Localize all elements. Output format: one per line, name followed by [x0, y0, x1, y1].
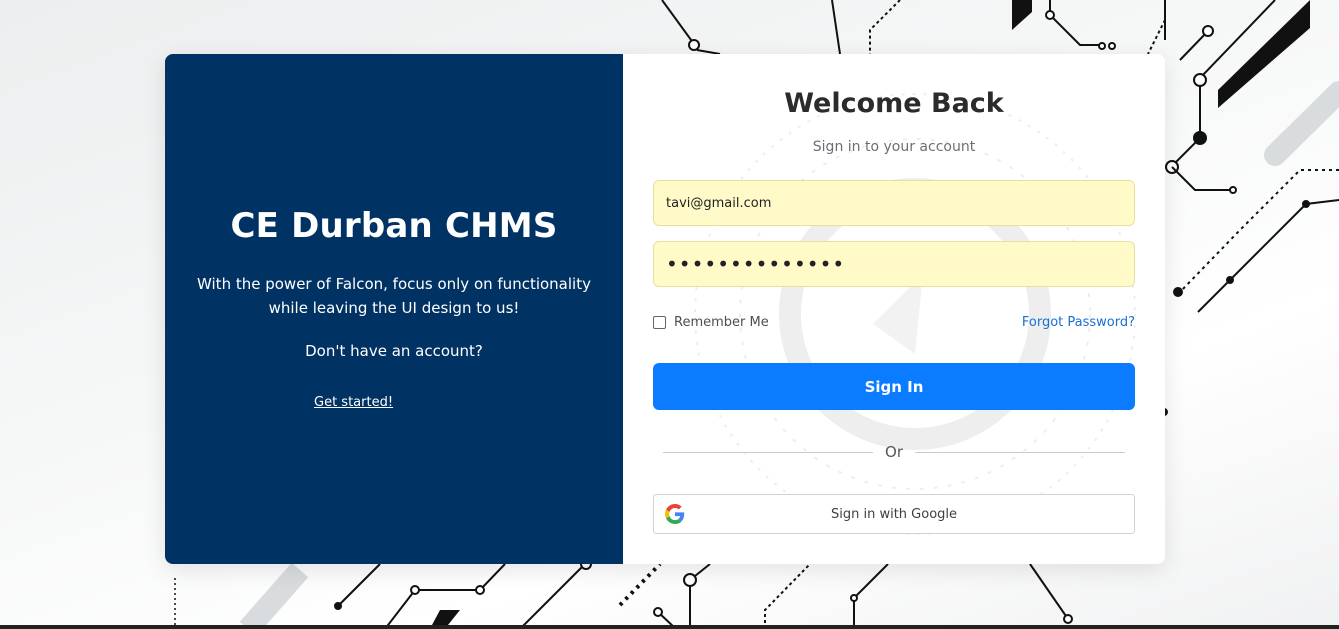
signin-subheading: Sign in to your account	[812, 139, 976, 155]
login-card: CE Durban CHMS With the power of Falcon,…	[165, 54, 1165, 564]
forgot-password-link[interactable]: Forgot Password?	[1022, 315, 1135, 330]
or-divider: Or	[663, 442, 1126, 462]
get-started-link[interactable]: Get started!	[314, 395, 393, 410]
brand-panel: CE Durban CHMS With the power of Falcon,…	[165, 54, 623, 564]
logo-watermark-graphic	[694, 93, 1136, 535]
google-sign-in-label: Sign in with Google	[830, 506, 958, 522]
brand-description: With the power of Falcon, focus only on …	[197, 275, 591, 317]
welcome-heading: Welcome Back	[784, 88, 1004, 119]
remember-me[interactable]: Remember Me	[653, 315, 769, 330]
divider-line-left	[663, 451, 874, 453]
bottom-edge	[0, 625, 1339, 629]
brand-title: CE Durban CHMS	[230, 206, 558, 246]
google-g-icon	[665, 504, 685, 524]
login-form-panel: Welcome Back Sign in to your account Rem…	[623, 54, 1165, 564]
email-field[interactable]	[653, 180, 1135, 226]
divider-line-right	[915, 451, 1126, 453]
no-account-text: Don't have an account?	[305, 342, 483, 360]
remember-me-checkbox[interactable]	[653, 316, 666, 329]
remember-me-label: Remember Me	[674, 315, 769, 330]
google-sign-in-button[interactable]: Sign in with Google	[653, 494, 1135, 534]
sign-in-button[interactable]: Sign In	[653, 363, 1135, 410]
divider-label: Or	[885, 443, 903, 461]
password-field[interactable]	[653, 241, 1135, 287]
